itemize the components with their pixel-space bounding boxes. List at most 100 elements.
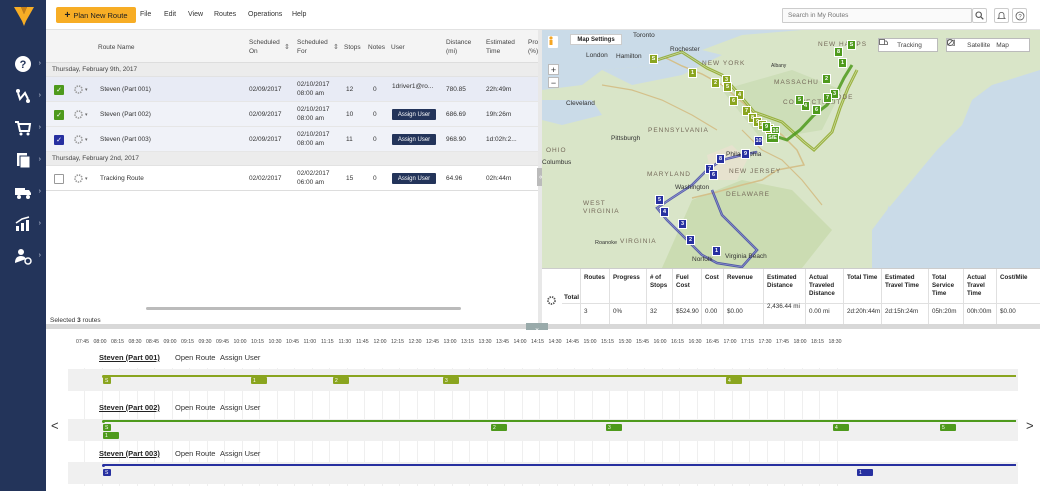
row-checkbox[interactable]: ✓: [54, 85, 64, 95]
open-route-link[interactable]: Open Route: [175, 353, 215, 362]
menu-view[interactable]: View: [188, 11, 203, 18]
timeline-stop-marker[interactable]: 4: [726, 377, 742, 384]
map-type-toggle[interactable]: Satellite Map: [946, 38, 1030, 52]
timeline-stop-marker[interactable]: 1: [857, 469, 873, 476]
chevron-down-icon[interactable]: ▾: [85, 86, 88, 94]
search-input[interactable]: [782, 8, 972, 23]
timeline-stop-marker[interactable]: S: [103, 377, 111, 384]
map-stop-marker[interactable]: 1: [838, 58, 847, 68]
satellite-toggle[interactable]: Satellite: [947, 39, 990, 49]
help-circle-icon[interactable]: ?: [1012, 8, 1027, 23]
search-icon[interactable]: [972, 8, 987, 23]
route-name[interactable]: Tracking Route: [100, 175, 144, 183]
timeline-stop-marker[interactable]: 2: [491, 424, 507, 431]
timeline-next-icon[interactable]: >: [1026, 418, 1034, 433]
map-stop-marker[interactable]: 5: [723, 82, 732, 92]
map-stop-marker[interactable]: 6: [812, 105, 821, 115]
analytics-icon[interactable]: ›: [0, 211, 46, 237]
row-checkbox[interactable]: ✓: [54, 110, 64, 120]
table-row[interactable]: ▾ Tracking Route 02/02/2017 02/02/2017 0…: [46, 166, 540, 191]
menu-routes[interactable]: Routes: [214, 11, 236, 18]
bell-icon[interactable]: [994, 8, 1009, 23]
gear-icon[interactable]: [73, 84, 84, 95]
zoom-in-button[interactable]: +: [548, 64, 559, 75]
menu-help[interactable]: Help: [292, 11, 306, 18]
map-stop-marker[interactable]: S: [847, 40, 856, 50]
gear-icon[interactable]: [73, 109, 84, 120]
route-name[interactable]: Steven (Part 002): [100, 111, 151, 119]
documents-icon[interactable]: ›: [0, 147, 46, 173]
map-stop-marker[interactable]: 6: [729, 96, 738, 106]
timeline-stop-marker[interactable]: 3: [606, 424, 622, 431]
tracking-button[interactable]: Tracking: [878, 38, 938, 52]
plan-new-route-button[interactable]: + Plan New Route: [56, 7, 136, 23]
col-estimated-time[interactable]: Estimated Time: [486, 38, 518, 56]
table-row[interactable]: ✓ ▾ Steven (Part 002) 02/09/2017 02/10/2…: [46, 102, 540, 127]
map-settings-button[interactable]: Map Settings: [570, 34, 622, 45]
map-stop-marker[interactable]: 1: [688, 68, 697, 78]
table-row[interactable]: ✓ ▾ Steven (Part 001) 02/09/2017 02/10/2…: [46, 77, 540, 102]
map-stop-marker[interactable]: 8: [834, 47, 843, 57]
map-stop-marker[interactable]: 5: [655, 195, 664, 205]
timeline-route-name[interactable]: Steven (Part 003): [99, 449, 160, 458]
chevron-down-icon[interactable]: ▾: [85, 136, 88, 144]
help-icon[interactable]: ? ›: [0, 51, 46, 77]
col-stops[interactable]: Stops: [344, 43, 361, 52]
street-view-icon[interactable]: [548, 36, 558, 48]
assign-user-link[interactable]: Assign User: [220, 403, 260, 412]
assign-user-button[interactable]: Assign User: [392, 109, 436, 120]
map-stop-marker[interactable]: 2: [686, 235, 695, 245]
map-stop-marker[interactable]: 1: [712, 246, 721, 256]
timeline-prev-icon[interactable]: <: [51, 418, 59, 433]
menu-edit[interactable]: Edit: [164, 11, 176, 18]
timeline-stop-marker[interactable]: 3: [443, 377, 459, 384]
timeline-stop-marker[interactable]: S: [103, 424, 111, 431]
sort-icon[interactable]: ⇕: [333, 43, 339, 51]
routes-icon[interactable]: ›: [0, 83, 46, 109]
chevron-down-icon[interactable]: ▾: [85, 175, 88, 183]
map-stop-marker[interactable]: 3: [678, 219, 687, 229]
map-stop-marker[interactable]: 5: [795, 95, 804, 105]
user[interactable]: 1driver1@ro...: [392, 83, 433, 91]
timeline-route-name[interactable]: Steven (Part 001): [99, 353, 160, 362]
col-notes[interactable]: Notes: [368, 43, 385, 52]
truck-icon[interactable]: ›: [0, 179, 46, 205]
assign-user-button[interactable]: Assign User: [392, 134, 436, 145]
route-name[interactable]: Steven (Part 003): [100, 136, 151, 144]
user-settings-icon[interactable]: ›: [0, 243, 46, 269]
gear-icon[interactable]: [73, 173, 84, 184]
map-stop-marker[interactable]: 9: [762, 122, 771, 132]
assign-user-link[interactable]: Assign User: [220, 353, 260, 362]
open-route-link[interactable]: Open Route: [175, 403, 215, 412]
timeline-stop-marker[interactable]: 1: [103, 432, 119, 439]
timeline-stop-marker[interactable]: S: [103, 469, 111, 476]
open-route-link[interactable]: Open Route: [175, 449, 215, 458]
table-scrollbar[interactable]: [146, 307, 461, 310]
cart-icon[interactable]: ›: [0, 115, 46, 141]
col-scheduled-for[interactable]: Scheduled For: [297, 38, 333, 56]
route-timeline[interactable]: 07:45 08:00 08:15 08:30 08:45 09:00 09:15 09:30…: [46, 330, 1040, 491]
sort-icon[interactable]: ⇕: [284, 43, 290, 51]
timeline-route-name[interactable]: Steven (Part 002): [99, 403, 160, 412]
timeline-stop-marker[interactable]: 5: [940, 424, 956, 431]
menu-operations[interactable]: Operations: [248, 11, 282, 18]
timeline-stop-marker[interactable]: 4: [833, 424, 849, 431]
timeline-stop-marker[interactable]: 1: [251, 377, 267, 384]
zoom-out-button[interactable]: −: [548, 77, 559, 88]
map-stop-marker[interactable]: 2: [711, 78, 720, 88]
route-map[interactable]: + − Map Settings Tracking Satellite Map …: [542, 30, 1040, 268]
col-user[interactable]: User: [391, 43, 405, 52]
col-distance[interactable]: Distance (mi): [446, 38, 478, 56]
map-stop-marker[interactable]: 2: [822, 74, 831, 84]
map-stop-marker[interactable]: 9: [741, 149, 750, 159]
assign-user-link[interactable]: Assign User: [220, 449, 260, 458]
row-checkbox[interactable]: [54, 174, 64, 184]
map-stop-marker[interactable]: 4: [660, 207, 669, 217]
row-checkbox[interactable]: ✓: [54, 135, 64, 145]
map-stop-marker[interactable]: 8: [716, 154, 725, 164]
map-stop-marker[interactable]: 7: [823, 93, 832, 103]
menu-file[interactable]: File: [140, 11, 151, 18]
col-route-name[interactable]: Route Name: [98, 43, 135, 52]
chevron-down-icon[interactable]: ▾: [85, 111, 88, 119]
map-stop-marker[interactable]: S/E: [766, 133, 779, 143]
